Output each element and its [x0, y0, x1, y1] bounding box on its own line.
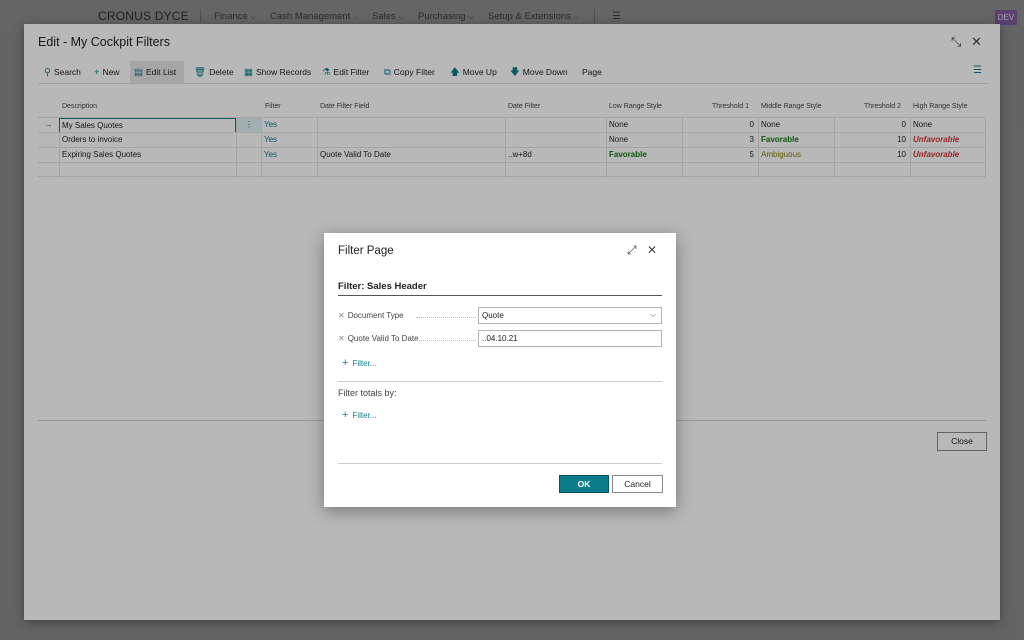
filter-totals-heading: Filter totals by: — [338, 388, 397, 398]
leader-dots — [416, 340, 476, 341]
filter-label: ✕ Document Type — [338, 311, 404, 320]
filter-table-heading: Filter: Sales Header — [338, 281, 427, 292]
quote-valid-to-date-input[interactable]: ..04.10.21 — [478, 330, 662, 347]
add-totals-filter-link[interactable]: + Filter... — [342, 409, 376, 421]
plus-icon: + — [342, 357, 349, 369]
close-icon[interactable]: ✕ — [647, 243, 657, 257]
plus-icon: + — [342, 409, 349, 421]
filter-label: ✕ Quote Valid To Date — [338, 334, 419, 343]
expand-icon[interactable]: ⤢ — [627, 243, 637, 258]
document-type-select[interactable]: Quote ⌵ — [478, 307, 662, 324]
leader-dots — [416, 317, 476, 318]
heading-underline — [338, 295, 662, 296]
add-filter-link[interactable]: + Filter... — [342, 357, 376, 369]
section-divider — [338, 381, 662, 382]
footer-divider — [338, 463, 662, 464]
dialog-title: Filter Page — [338, 245, 394, 257]
filter-row-quote-valid-to-date: ✕ Quote Valid To Date ..04.10.21 — [338, 330, 662, 347]
chevron-down-icon: ⌵ — [649, 310, 656, 319]
cancel-button[interactable]: Cancel — [612, 475, 663, 493]
remove-filter-icon[interactable]: ✕ — [338, 311, 345, 320]
remove-filter-icon[interactable]: ✕ — [338, 334, 345, 343]
filter-page-dialog: Filter Page ⤢ ✕ Filter: Sales Header ✕ Do… — [324, 233, 676, 507]
ok-button[interactable]: OK — [559, 475, 609, 493]
filter-row-document-type: ✕ Document Type Quote ⌵ — [338, 307, 662, 324]
